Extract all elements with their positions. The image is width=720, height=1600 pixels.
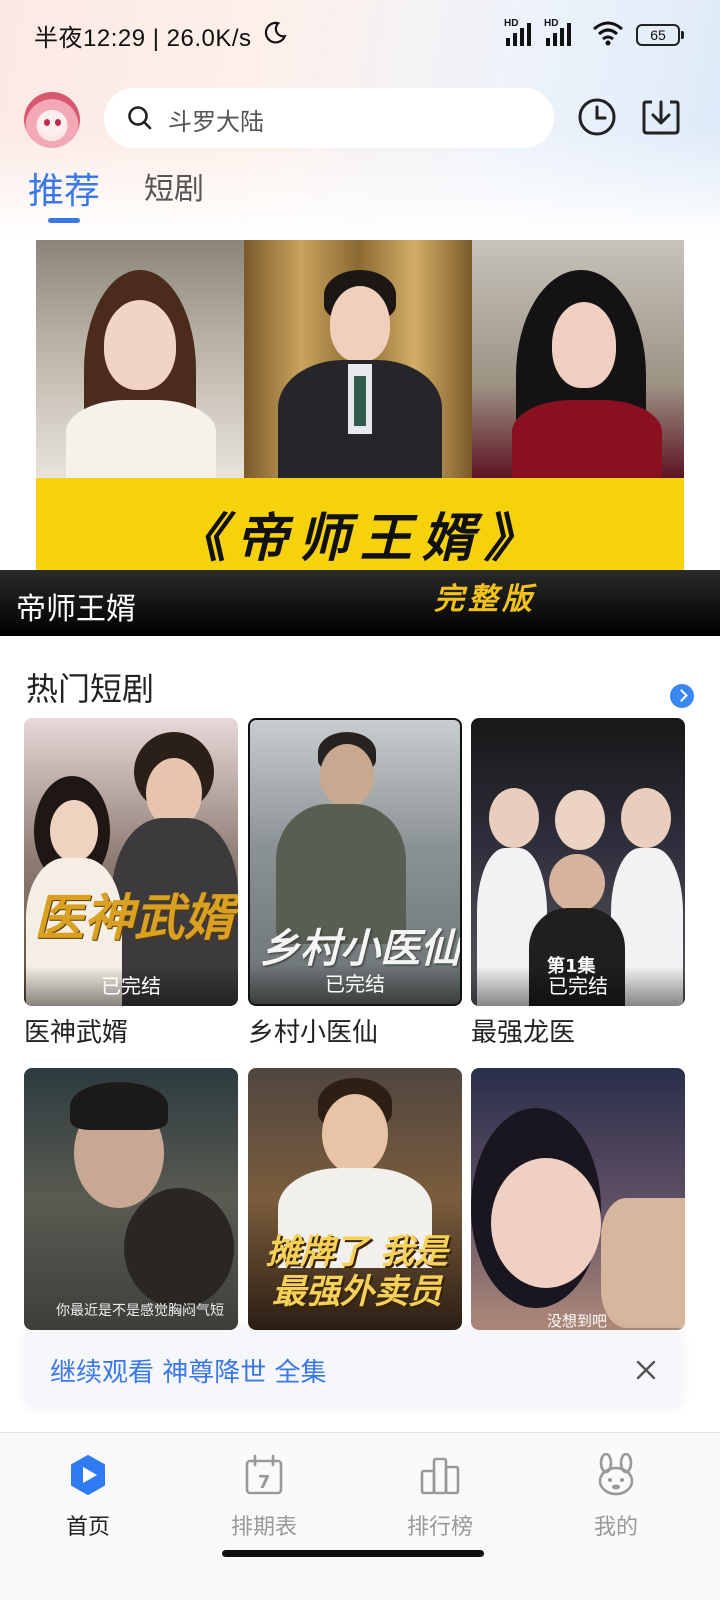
ranking-icon	[420, 1457, 460, 1495]
avatar-eye-right	[55, 119, 61, 126]
banner-panel-left	[36, 240, 244, 480]
poster-figure-face	[621, 788, 671, 848]
search-icon	[128, 106, 152, 130]
drama-name: 乡村小医仙	[248, 1018, 379, 1048]
banner-poster-title: 《帝师王婿》	[173, 509, 546, 569]
drama-card[interactable]: 乡村小医仙 已完结 乡村小医仙	[248, 718, 462, 1049]
drama-card[interactable]: 没想到吧	[471, 1068, 685, 1330]
banner-figure-body	[66, 400, 216, 480]
poster-figure-face	[491, 1158, 601, 1288]
drama-card[interactable]: 医神武婿 已完结 医神武婿	[24, 718, 238, 1049]
poster-figure-face	[322, 1094, 388, 1174]
drama-poster: 摊牌了 我是最强外卖员	[248, 1068, 462, 1330]
poster-figure-hair	[70, 1082, 168, 1130]
drama-poster: 医神武婿 已完结	[24, 718, 238, 1006]
history-icon[interactable]	[576, 96, 618, 138]
drama-status: 已完结	[250, 964, 460, 1004]
poster-figure-face	[50, 800, 98, 862]
drama-name: 最强龙医	[471, 1018, 576, 1048]
banner-caption: 帝师王婿	[16, 592, 136, 627]
moon-icon	[264, 21, 287, 44]
nav-schedule[interactable]: 7 排期表	[204, 1453, 324, 1541]
tab-indicator	[48, 218, 80, 223]
banner-right-margin	[684, 240, 720, 570]
poster-title-art: 医神武婿	[34, 889, 234, 947]
banner-panel-right	[472, 240, 684, 480]
banner-edition-label: 完整版	[434, 582, 536, 617]
status-bar: 半夜12:29 | 26.0K/s HD HD 65	[0, 0, 720, 70]
close-icon[interactable]	[634, 1358, 658, 1382]
nav-label: 首页	[65, 1515, 110, 1540]
drama-status: 已完结	[471, 966, 685, 1006]
drama-status: 已完结	[24, 966, 238, 1006]
calendar-icon: 7	[245, 1454, 283, 1495]
drama-poster: 没想到吧	[471, 1068, 685, 1330]
continue-watching-text[interactable]: 继续观看 神尊降世 全集	[50, 1352, 327, 1389]
continue-watching-bar[interactable]: 继续观看 神尊降世 全集	[24, 1330, 682, 1410]
download-icon[interactable]	[640, 96, 682, 138]
poster-figure-face	[489, 788, 539, 848]
nav-label: 排期表	[230, 1515, 297, 1540]
avatar-face	[38, 110, 66, 136]
wifi-icon	[593, 21, 623, 46]
calendar-icon-day: 7	[258, 1472, 271, 1493]
banner-figure-face	[104, 300, 176, 390]
search-input[interactable]: 斗罗大陆	[104, 88, 554, 148]
drama-poster: 第1集 已完结	[471, 718, 685, 1006]
drama-card[interactable]: 你最近是不是感觉胸闷气短	[24, 1068, 238, 1330]
avatar-eye-left	[44, 119, 50, 126]
more-arrow-icon[interactable]	[670, 684, 694, 708]
nav-home[interactable]: 首页	[28, 1453, 148, 1541]
tab-recommend[interactable]: 推荐	[28, 162, 100, 214]
banner-figure-face	[330, 286, 390, 362]
section-title: 热门短剧	[26, 670, 155, 708]
play-hexagon-icon	[71, 1455, 105, 1495]
banner-figure-tie	[354, 376, 366, 426]
bottom-nav: 首页 7 排期表 排行榜 我的	[0, 1432, 720, 1600]
poster-subtitle: 没想到吧	[547, 1312, 608, 1330]
drama-poster: 乡村小医仙 已完结	[248, 718, 462, 1006]
tab-short-drama[interactable]: 短剧	[144, 164, 204, 208]
poster-figure-face	[555, 790, 605, 850]
drama-poster: 你最近是不是感觉胸闷气短	[24, 1068, 238, 1330]
drama-name: 医神武婿	[24, 1018, 129, 1048]
featured-banner[interactable]: 《帝师王婿》 完整版 帝师王婿	[0, 240, 720, 636]
drama-card[interactable]: 摊牌了 我是最强外卖员	[248, 1068, 462, 1330]
poster-title-art: 摊牌了 我是最强外卖员	[266, 1232, 448, 1312]
signal-icon-2	[546, 23, 571, 46]
poster-subtitle: 你最近是不是感觉胸闷气短	[56, 1303, 224, 1319]
poster-figure-face	[320, 744, 374, 808]
avatar[interactable]	[24, 92, 80, 148]
nav-label: 排行榜	[406, 1515, 473, 1540]
banner-figure-body	[512, 400, 662, 480]
drama-card[interactable]: 第1集 已完结 最强龙医	[471, 718, 685, 1049]
poster-figure-hand	[601, 1198, 685, 1328]
poster-figure-hair	[124, 1188, 234, 1308]
signal-icon-1	[506, 23, 531, 46]
nav-profile[interactable]: 我的	[556, 1452, 676, 1541]
bunny-icon	[598, 1452, 634, 1496]
home-indicator[interactable]	[222, 1550, 484, 1557]
poster-figure-face	[549, 854, 605, 912]
status-time: 半夜12:29 | 26.0K/s	[34, 25, 252, 52]
nav-ranking[interactable]: 排行榜	[380, 1453, 500, 1541]
banner-panel-center	[244, 240, 472, 480]
battery-indicator: 65	[636, 24, 684, 46]
banner-figure-face	[552, 302, 616, 388]
search-placeholder: 斗罗大陆	[168, 108, 264, 136]
banner-left-margin	[0, 240, 36, 570]
nav-label: 我的	[593, 1515, 638, 1540]
